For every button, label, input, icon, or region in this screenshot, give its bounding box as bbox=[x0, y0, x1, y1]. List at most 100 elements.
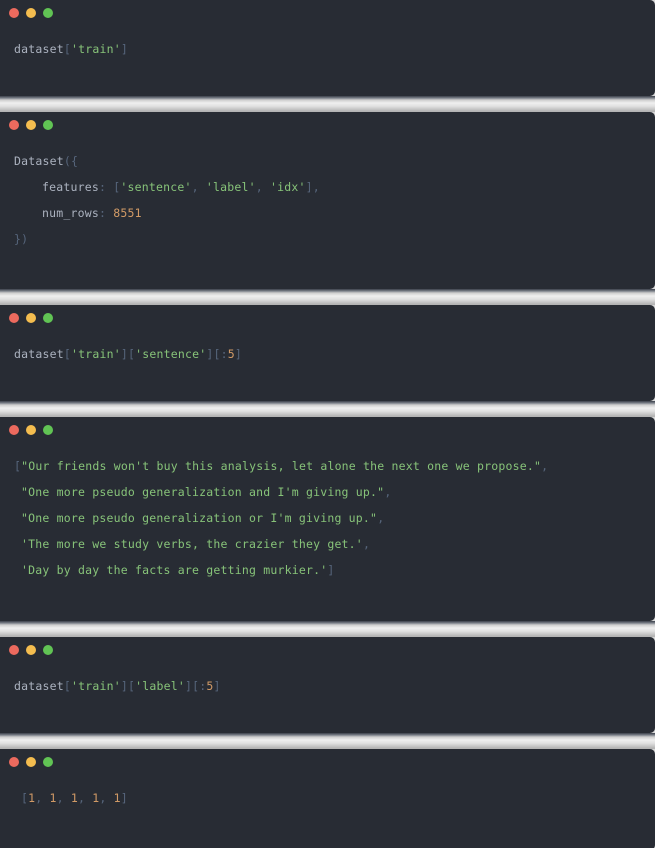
maximize-icon[interactable] bbox=[43, 120, 53, 130]
cell-titlebar bbox=[0, 749, 655, 775]
code-cell[interactable]: dataset['train']['sentence'][:5] bbox=[0, 305, 655, 401]
minimize-icon[interactable] bbox=[26, 757, 36, 767]
output-content[interactable]: [1, 1, 1, 1, 1] bbox=[0, 775, 655, 811]
token-str: 'idx' bbox=[270, 180, 306, 194]
token-str: 'label' bbox=[205, 180, 256, 194]
token-num: 5 bbox=[227, 347, 235, 361]
token-punct: , bbox=[255, 180, 270, 194]
token-num: 1 bbox=[113, 791, 121, 805]
token-num: 1 bbox=[70, 791, 78, 805]
code-line: features: ['sentence', 'label', 'idx'], bbox=[14, 174, 641, 200]
minimize-icon[interactable] bbox=[26, 425, 36, 435]
code-line: num_rows: 8551 bbox=[14, 200, 641, 226]
code-line: dataset['train']['sentence'][:5] bbox=[14, 341, 641, 367]
output-cell[interactable]: [1, 1, 1, 1, 1] bbox=[0, 749, 655, 848]
token-punct: ] bbox=[327, 563, 335, 577]
code-line: }) bbox=[14, 226, 641, 252]
token-punct: ] bbox=[120, 791, 128, 805]
token-punct: ][ bbox=[120, 347, 136, 361]
notebook-page: dataset['train'] Dataset({features: ['sen… bbox=[0, 0, 655, 848]
close-icon[interactable] bbox=[9, 425, 19, 435]
token-name: dataset bbox=[14, 42, 64, 56]
code-content[interactable]: dataset['train']['sentence'][:5] bbox=[0, 331, 655, 367]
minimize-icon[interactable] bbox=[26, 645, 36, 655]
cell-titlebar bbox=[0, 637, 655, 663]
minimize-icon[interactable] bbox=[26, 8, 36, 18]
maximize-icon[interactable] bbox=[43, 313, 53, 323]
token-name: dataset bbox=[14, 347, 64, 361]
code-line: Dataset({ bbox=[14, 148, 641, 174]
token-punct: }) bbox=[14, 232, 29, 246]
token-punct: , bbox=[35, 791, 50, 805]
close-icon[interactable] bbox=[9, 645, 19, 655]
minimize-icon[interactable] bbox=[26, 120, 36, 130]
token-punct: ] bbox=[234, 347, 242, 361]
token-punct: ][: bbox=[206, 347, 228, 361]
token-str: 'train' bbox=[71, 347, 121, 361]
cell-titlebar bbox=[0, 0, 655, 26]
token-punct: ({ bbox=[63, 154, 79, 168]
close-icon[interactable] bbox=[9, 757, 19, 767]
output-cell[interactable]: Dataset({features: ['sentence', 'label',… bbox=[0, 112, 655, 289]
token-str: 'train' bbox=[71, 679, 121, 693]
token-punct: , bbox=[191, 180, 206, 194]
code-cell[interactable]: dataset['train'] bbox=[0, 0, 655, 96]
token-punct: , bbox=[377, 511, 385, 525]
token-str: 'sentence' bbox=[135, 347, 207, 361]
code-line: ["Our friends won't buy this analysis, l… bbox=[14, 453, 641, 479]
token-name: dataset bbox=[14, 679, 64, 693]
token-num: 1 bbox=[49, 791, 57, 805]
code-content[interactable]: dataset['train']['label'][:5] bbox=[0, 663, 655, 699]
code-cell[interactable]: dataset['train']['label'][:5] bbox=[0, 637, 655, 733]
token-num: 8551 bbox=[113, 206, 142, 220]
cell-separator bbox=[0, 289, 655, 305]
maximize-icon[interactable] bbox=[43, 645, 53, 655]
token-num: 5 bbox=[206, 679, 214, 693]
maximize-icon[interactable] bbox=[43, 8, 53, 18]
close-icon[interactable] bbox=[9, 120, 19, 130]
token-punct: , bbox=[362, 537, 371, 551]
token-punct: ][: bbox=[185, 679, 207, 693]
token-punct: [ bbox=[63, 42, 71, 56]
cell-separator bbox=[0, 401, 655, 417]
token-punct: : bbox=[99, 180, 114, 194]
token-str: 'Day by day the facts are getting murkie… bbox=[21, 563, 328, 577]
token-str: "One more pseudo generalization or I'm g… bbox=[21, 511, 378, 525]
token-str: 'The more we study verbs, the crazier th… bbox=[21, 537, 363, 551]
token-punct: , bbox=[56, 791, 71, 805]
minimize-icon[interactable] bbox=[26, 313, 36, 323]
output-content[interactable]: Dataset({features: ['sentence', 'label',… bbox=[0, 138, 655, 252]
output-cell[interactable]: ["Our friends won't buy this analysis, l… bbox=[0, 417, 655, 621]
token-punct: ] bbox=[213, 679, 221, 693]
maximize-icon[interactable] bbox=[43, 425, 53, 435]
token-punct: , bbox=[541, 459, 549, 473]
maximize-icon[interactable] bbox=[43, 757, 53, 767]
token-str: 'train' bbox=[71, 42, 121, 56]
code-line: "One more pseudo generalization and I'm … bbox=[14, 479, 641, 505]
cell-titlebar bbox=[0, 305, 655, 331]
token-punct: [ bbox=[63, 347, 71, 361]
token-punct: ] bbox=[120, 42, 128, 56]
token-name: num_rows bbox=[42, 206, 99, 220]
token-name: features bbox=[42, 180, 99, 194]
cell-separator bbox=[0, 96, 655, 112]
token-str: 'label' bbox=[135, 679, 185, 693]
code-line: 'Day by day the facts are getting murkie… bbox=[14, 557, 641, 583]
token-punct: , bbox=[78, 791, 93, 805]
output-content[interactable]: ["Our friends won't buy this analysis, l… bbox=[0, 443, 655, 583]
cell-titlebar bbox=[0, 112, 655, 138]
cell-separator bbox=[0, 733, 655, 749]
token-punct: ], bbox=[305, 180, 320, 194]
token-punct: , bbox=[99, 791, 114, 805]
token-str: 'sentence' bbox=[120, 180, 192, 194]
token-punct: , bbox=[384, 485, 392, 499]
cell-separator bbox=[0, 621, 655, 637]
close-icon[interactable] bbox=[9, 8, 19, 18]
code-line: 'The more we study verbs, the crazier th… bbox=[14, 531, 641, 557]
code-line: [1, 1, 1, 1, 1] bbox=[14, 785, 641, 811]
token-str: "One more pseudo generalization and I'm … bbox=[21, 485, 385, 499]
close-icon[interactable] bbox=[9, 313, 19, 323]
code-content[interactable]: dataset['train'] bbox=[0, 26, 655, 62]
code-line: dataset['train']['label'][:5] bbox=[14, 673, 641, 699]
token-punct: [ bbox=[63, 679, 71, 693]
